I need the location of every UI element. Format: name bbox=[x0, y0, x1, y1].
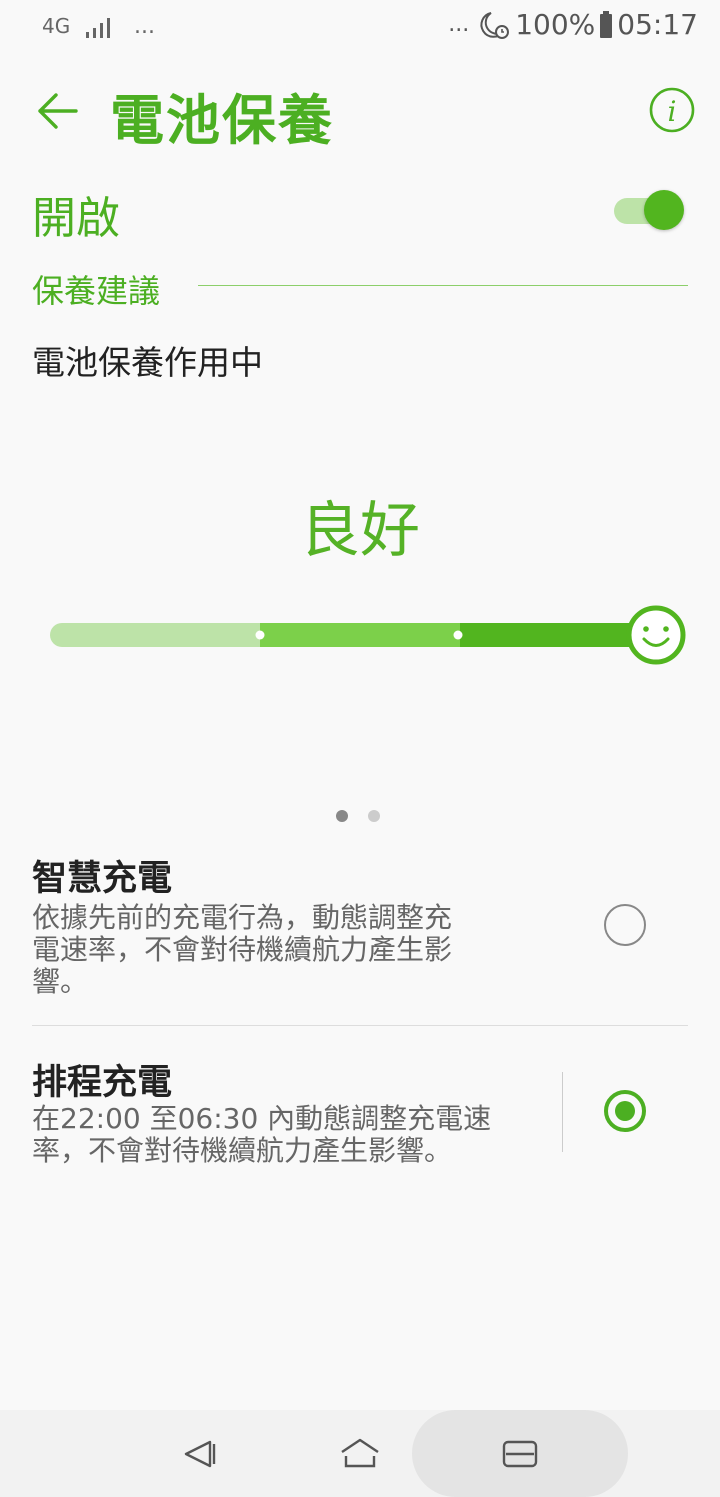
scheduled-charge-title: 排程充電 bbox=[32, 1063, 173, 1103]
moon-alarm-icon bbox=[480, 11, 510, 39]
page-indicator bbox=[336, 810, 380, 822]
health-status: 良好 bbox=[300, 496, 420, 566]
nav-back-icon[interactable] bbox=[178, 1432, 222, 1476]
health-meter bbox=[50, 605, 686, 665]
section-divider bbox=[198, 285, 688, 286]
meter-segment-mid bbox=[260, 623, 472, 647]
option-divider bbox=[32, 1025, 688, 1026]
smart-charge-desc: 依據先前的充電行為，動態調整充電速率，不會對待機續航力產生影響。 bbox=[32, 901, 453, 998]
smart-charge-radio[interactable] bbox=[604, 904, 646, 946]
smiley-icon bbox=[626, 605, 686, 665]
vertical-divider bbox=[562, 1072, 563, 1152]
smart-charge-title: 智慧充電 bbox=[32, 859, 173, 899]
section-title: 保養建議 bbox=[32, 272, 161, 310]
page-dot-1[interactable] bbox=[336, 810, 348, 822]
status-right: ... 100% 05:17 bbox=[448, 8, 698, 41]
info-icon[interactable]: i bbox=[648, 86, 696, 134]
nav-home-icon[interactable] bbox=[338, 1432, 382, 1476]
meter-marker-1 bbox=[255, 630, 265, 640]
meter-segment-low bbox=[50, 623, 272, 647]
nav-recent-apps-icon[interactable] bbox=[498, 1432, 542, 1476]
page-dot-2[interactable] bbox=[368, 810, 380, 822]
notification-dots: ... bbox=[134, 14, 155, 39]
battery-percent: 100% bbox=[515, 8, 596, 41]
battery-icon bbox=[600, 10, 613, 38]
network-type: 4G bbox=[42, 14, 71, 38]
scheduled-charge-desc: 在22:00 至06:30 內動態調整充電速率，不會對待機續航力產生影響。 bbox=[32, 1102, 492, 1167]
page-title: 電池保養 bbox=[110, 89, 334, 152]
back-arrow-icon[interactable] bbox=[34, 88, 80, 134]
status-text: 電池保養作用中 bbox=[32, 343, 263, 382]
meter-marker-2 bbox=[453, 630, 463, 640]
signal-icon bbox=[86, 18, 110, 38]
more-notifications: ... bbox=[448, 12, 470, 37]
toggle-thumb bbox=[644, 190, 684, 230]
enable-label: 開啟 bbox=[32, 193, 120, 244]
svg-text:i: i bbox=[668, 95, 677, 128]
enable-toggle[interactable] bbox=[612, 190, 686, 230]
scheduled-charge-radio[interactable] bbox=[604, 1090, 646, 1132]
status-bar: 4G ... ... 100% 05:17 bbox=[0, 0, 720, 58]
clock: 05:17 bbox=[617, 8, 698, 41]
